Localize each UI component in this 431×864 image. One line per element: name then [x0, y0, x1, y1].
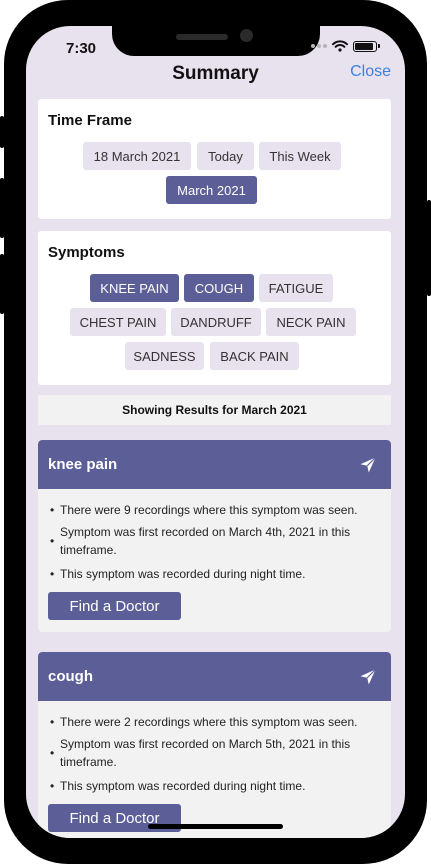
symptom-chip-neck-pain[interactable]: NECK PAIN	[266, 308, 356, 336]
bullet-dot: •	[50, 503, 55, 517]
result-symptom-name: knee pain	[48, 456, 118, 473]
home-indicator[interactable]	[148, 824, 283, 829]
status-time: 7:30	[66, 40, 97, 57]
result-card-header: knee pain	[38, 440, 391, 489]
symptoms-card: Symptoms KNEE PAIN COUGH FATIGUE CHEST P…	[38, 231, 391, 385]
page-title: Summary	[172, 63, 259, 84]
find-doctor-button[interactable]: Find a Doctor	[48, 592, 181, 620]
result-card-header: cough	[38, 652, 391, 701]
symptom-chip-back-pain[interactable]: BACK PAIN	[210, 342, 299, 370]
symptom-chip-chest-pain[interactable]: CHEST PAIN	[70, 308, 166, 336]
app-screen: 7:30 Summary Close Time Frame 18 March 2…	[26, 26, 405, 838]
time-frame-card: Time Frame 18 March 2021 Today This Week…	[38, 99, 391, 219]
bullet-dot: •	[50, 746, 55, 760]
side-button-volume-down	[0, 254, 4, 314]
result-bullet-text: Symptom was first recorded on March 5th,…	[60, 737, 351, 769]
signal-icon	[311, 44, 327, 48]
time-frame-option-march-2021[interactable]: March 2021	[166, 176, 257, 204]
result-card-cough: cough • There were 2 recordings where th…	[38, 652, 391, 838]
status-icons	[311, 40, 380, 52]
side-button-mute	[0, 116, 4, 148]
wifi-icon	[332, 40, 348, 52]
symptom-chip-sadness[interactable]: SADNESS	[125, 342, 204, 370]
speaker-grille	[176, 34, 228, 40]
result-bullet-text: Symptom was first recorded on March 4th,…	[60, 525, 351, 557]
send-arrow-icon[interactable]	[359, 668, 377, 686]
symptoms-title: Symptoms	[48, 244, 125, 261]
time-frame-option-today[interactable]: Today	[197, 142, 254, 170]
bullet-dot: •	[50, 715, 55, 729]
close-button[interactable]: Close	[350, 63, 391, 81]
notch	[112, 26, 320, 56]
result-symptom-name: cough	[48, 668, 93, 685]
send-arrow-icon[interactable]	[359, 456, 377, 474]
result-bullet-text: There were 2 recordings where this sympt…	[60, 715, 358, 729]
front-camera	[240, 29, 253, 42]
result-bullet-text: This symptom was recorded during night t…	[60, 779, 306, 793]
symptom-chip-cough[interactable]: COUGH	[184, 274, 254, 302]
bullet-dot: •	[50, 779, 55, 793]
time-frame-title: Time Frame	[48, 112, 132, 129]
symptom-chip-fatigue[interactable]: FATIGUE	[259, 274, 333, 302]
result-bullet-text: There were 9 recordings where this sympt…	[60, 503, 358, 517]
symptom-chip-dandruff[interactable]: DANDRUFF	[171, 308, 261, 336]
time-frame-option-18-march-2021[interactable]: 18 March 2021	[83, 142, 191, 170]
result-card-knee-pain: knee pain • There were 9 recordings wher…	[38, 440, 391, 632]
battery-icon	[353, 40, 380, 52]
side-button-volume-up	[0, 178, 4, 238]
bullet-dot: •	[50, 567, 55, 581]
results-header: Showing Results for March 2021	[38, 395, 391, 425]
phone-frame: 7:30 Summary Close Time Frame 18 March 2…	[0, 0, 431, 864]
bullet-dot: •	[50, 534, 55, 548]
side-button-power	[427, 200, 431, 296]
symptom-chip-knee-pain[interactable]: KNEE PAIN	[90, 274, 179, 302]
result-bullet-text: This symptom was recorded during night t…	[60, 567, 306, 581]
time-frame-option-this-week[interactable]: This Week	[259, 142, 341, 170]
